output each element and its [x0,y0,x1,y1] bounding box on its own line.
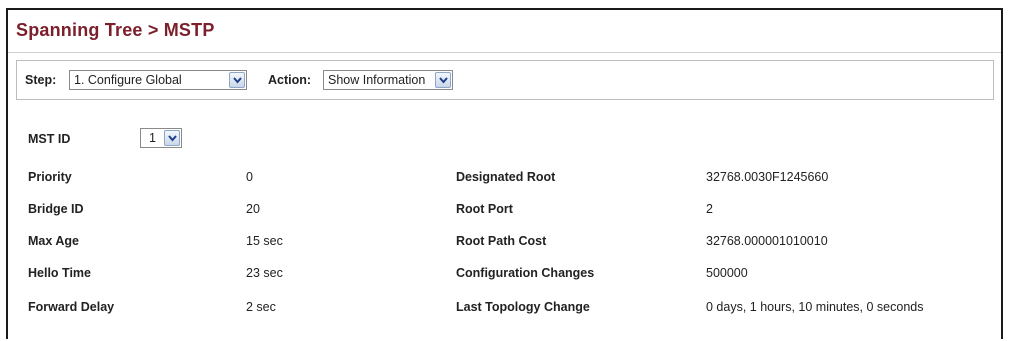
designated-root-label: Designated Root [456,170,556,184]
configuration-changes-value: 500000 [706,266,748,280]
action-label: Action: [268,73,312,87]
page-title: Spanning Tree > MSTP [16,20,215,40]
priority-value: 0 [246,170,253,184]
last-topology-change-value: 0 days, 1 hours, 10 minutes, 0 seconds [706,300,924,314]
mst-id-select[interactable]: 1 [140,128,182,148]
hello-time-label: Hello Time [28,266,91,280]
root-port-label: Root Port [456,202,513,216]
bridge-id-value: 20 [246,202,260,216]
root-path-cost-value: 32768.000001010010 [706,234,828,248]
last-topology-change-label: Last Topology Change [456,300,590,314]
configuration-changes-label: Configuration Changes [456,266,595,280]
chevron-down-icon[interactable] [229,72,245,88]
hello-time-value: 23 sec [246,266,283,280]
mst-id-label: MST ID [28,132,71,146]
root-port-value: 2 [706,202,713,216]
step-label: Step: [25,73,57,87]
mstp-panel: Spanning Tree > MSTP Step: 1. Configure … [6,8,1003,339]
forward-delay-label: Forward Delay [28,300,115,314]
forward-delay-value: 2 sec [246,300,276,314]
max-age-value: 15 sec [246,234,283,248]
action-select-value: Show Information [328,73,426,87]
action-select[interactable]: Show Information [323,70,453,90]
step-action-bar: Step: 1. Configure Global Action: Show I… [16,60,994,100]
root-path-cost-label: Root Path Cost [456,234,547,248]
mst-id-value: 1 [149,131,156,145]
designated-root-value: 32768.0030F1245660 [706,170,829,184]
step-select-value: 1. Configure Global [74,73,182,87]
step-select[interactable]: 1. Configure Global [69,70,247,90]
chevron-down-icon[interactable] [435,72,451,88]
priority-label: Priority [28,170,72,184]
max-age-label: Max Age [28,234,79,248]
chevron-down-icon[interactable] [164,130,180,146]
bridge-id-label: Bridge ID [28,202,84,216]
title-divider [8,52,1001,53]
